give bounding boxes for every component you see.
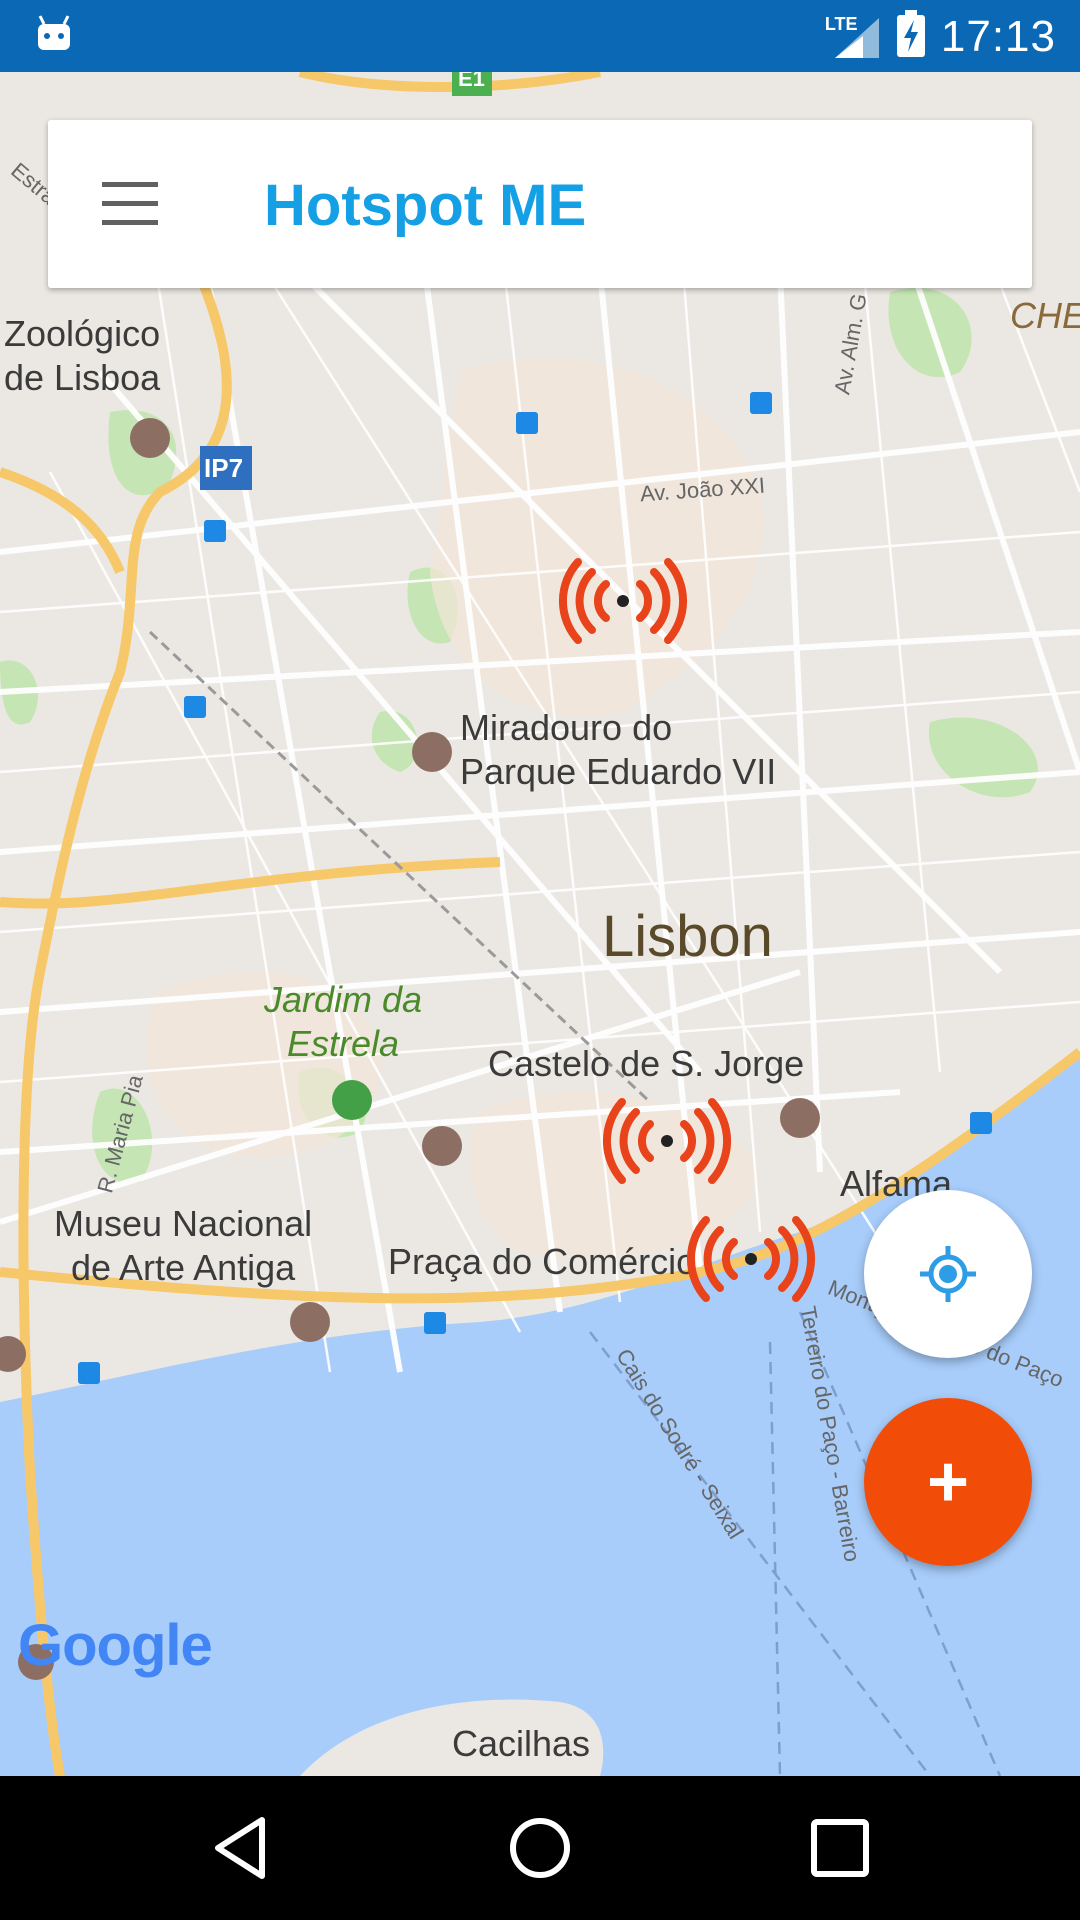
hotspot-marker[interactable] <box>602 1096 732 1186</box>
back-icon <box>215 1817 265 1879</box>
wifi-signal-icon <box>558 558 688 644</box>
label-castelo: Castelo de S. Jorge <box>488 1043 805 1084</box>
label-che: CHE <box>1010 295 1080 336</box>
hamburger-menu-icon[interactable] <box>102 182 158 226</box>
label-av-joao: Av. João XXI <box>639 472 766 507</box>
back-button[interactable] <box>206 1812 278 1884</box>
label-miradouro: Miradouro do Parque Eduardo VII <box>460 707 777 792</box>
android-icon <box>34 14 74 59</box>
hotspot-marker[interactable] <box>686 1214 816 1304</box>
status-bar: LTE 17:13 <box>0 0 1080 72</box>
app-title: Hotspot ME <box>264 173 587 238</box>
navigation-bar <box>0 1776 1080 1920</box>
google-attribution: Google <box>18 1612 213 1679</box>
clock: 17:13 <box>940 11 1056 61</box>
my-location-button[interactable] <box>864 1190 1032 1358</box>
recents-button[interactable] <box>804 1812 876 1884</box>
label-zoo: Zoológico de Lisboa <box>4 313 161 398</box>
battery-charging-icon <box>895 10 927 63</box>
add-icon: + <box>926 1442 970 1522</box>
home-icon <box>510 1818 570 1878</box>
signal-icon: LTE <box>825 14 881 60</box>
wifi-signal-icon <box>602 1098 732 1184</box>
recents-icon <box>811 1819 869 1877</box>
hotspot-marker[interactable] <box>558 556 688 646</box>
app-bar: Hotspot ME <box>48 120 1032 288</box>
label-cacilhas: Cacilhas <box>452 1723 591 1764</box>
add-hotspot-button[interactable]: + <box>864 1398 1032 1566</box>
label-jardim: Jardim da Estrela <box>264 979 423 1064</box>
label-lisbon: Lisbon <box>602 904 773 969</box>
e1-shield: E1 <box>458 72 485 91</box>
label-museu: Museu Nacional de Arte Antiga <box>54 1203 313 1288</box>
home-button[interactable] <box>504 1812 576 1884</box>
google-logo-text: Google <box>18 1613 213 1678</box>
my-location-icon <box>920 1246 976 1302</box>
ip7-shield: IP7 <box>204 453 244 483</box>
wifi-signal-icon <box>686 1216 816 1302</box>
label-praca: Praça do Comércio <box>388 1241 697 1282</box>
